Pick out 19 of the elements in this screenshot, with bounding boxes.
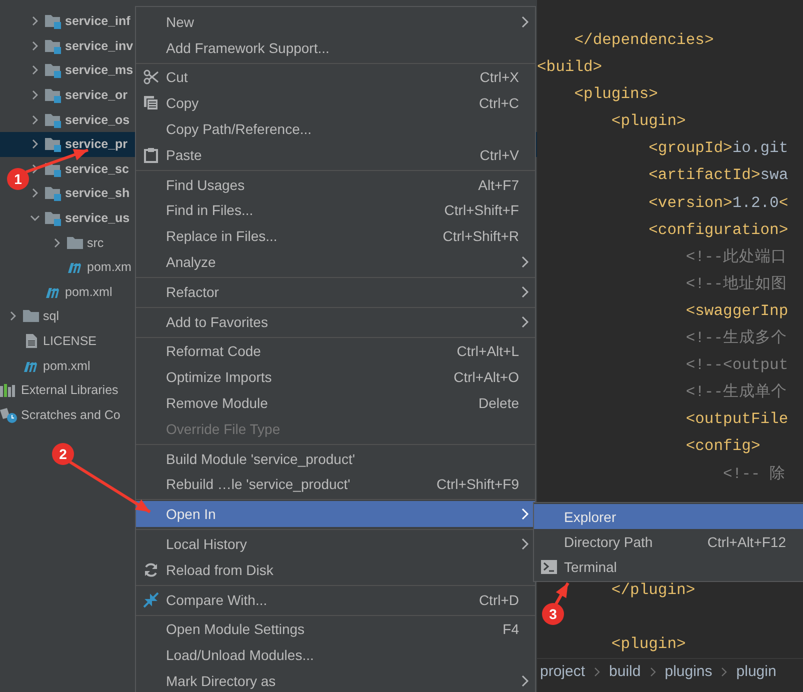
code-line: <configuration> xyxy=(648,220,788,239)
code-line: <plugins> xyxy=(574,85,658,104)
code-line: <plugin> xyxy=(611,112,686,130)
code-line: <!--生成单个 xyxy=(686,383,788,402)
code-line: </dependencies> xyxy=(574,31,714,49)
code-line: <build> xyxy=(537,58,602,76)
code-line: <plugin> xyxy=(611,634,686,653)
code-line: <config> xyxy=(686,437,760,456)
code-line: <groupId>io.git xyxy=(648,139,788,158)
code-line: <!-- 除 xyxy=(723,464,786,482)
code-line: <swaggerInp xyxy=(686,302,788,320)
code-line: <!--此处端口 xyxy=(686,248,788,266)
code-line: <!--生成多个 xyxy=(686,329,788,348)
code-line: <!--地址如图 xyxy=(686,274,788,293)
code-line: <artifactId>swa xyxy=(648,166,788,184)
code-line: <version>1.2.0< xyxy=(648,194,788,212)
code-line: </plugin> xyxy=(611,580,696,599)
code-line: <outputFile xyxy=(686,410,788,428)
code-line: <!--<output xyxy=(686,356,788,374)
